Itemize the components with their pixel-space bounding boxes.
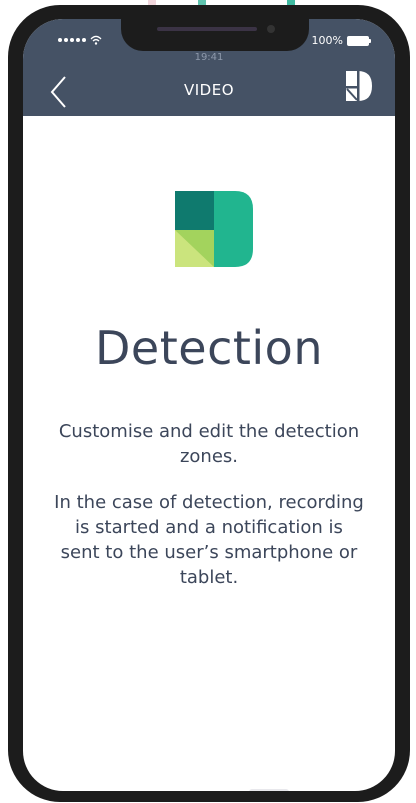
status-bar-left <box>58 35 102 45</box>
stage: 100% 19:41 VIDEO Detection Customise and… <box>0 0 416 803</box>
detection-logo-icon <box>175 191 253 267</box>
phone-notch <box>121 19 309 51</box>
phone-frame: 100% 19:41 VIDEO Detection Customise and… <box>8 5 410 802</box>
feature-details: In the case of detection, recording is s… <box>54 492 364 588</box>
page-title: VIDEO <box>183 81 235 99</box>
signal-icon <box>58 38 86 42</box>
brand-logo-button[interactable] <box>344 69 374 103</box>
phone-screen: 100% 19:41 VIDEO Detection Customise and… <box>23 19 395 791</box>
home-indicator <box>249 789 289 791</box>
battery-icon <box>347 35 371 46</box>
wifi-icon <box>90 35 102 45</box>
status-bar-right: 100% <box>311 34 371 47</box>
status-time: 19:41 <box>194 52 224 63</box>
feature-title: Detection <box>95 321 323 375</box>
battery-percent: 100% <box>311 34 343 47</box>
main-content: Detection Customise and edit the detecti… <box>23 116 395 791</box>
app-header: 100% 19:41 VIDEO <box>23 19 395 116</box>
feature-description: Customise and edit the detection zones. <box>58 421 360 467</box>
speaker-grille <box>157 27 257 31</box>
brand-logo-icon <box>346 71 372 101</box>
front-camera <box>267 25 275 33</box>
